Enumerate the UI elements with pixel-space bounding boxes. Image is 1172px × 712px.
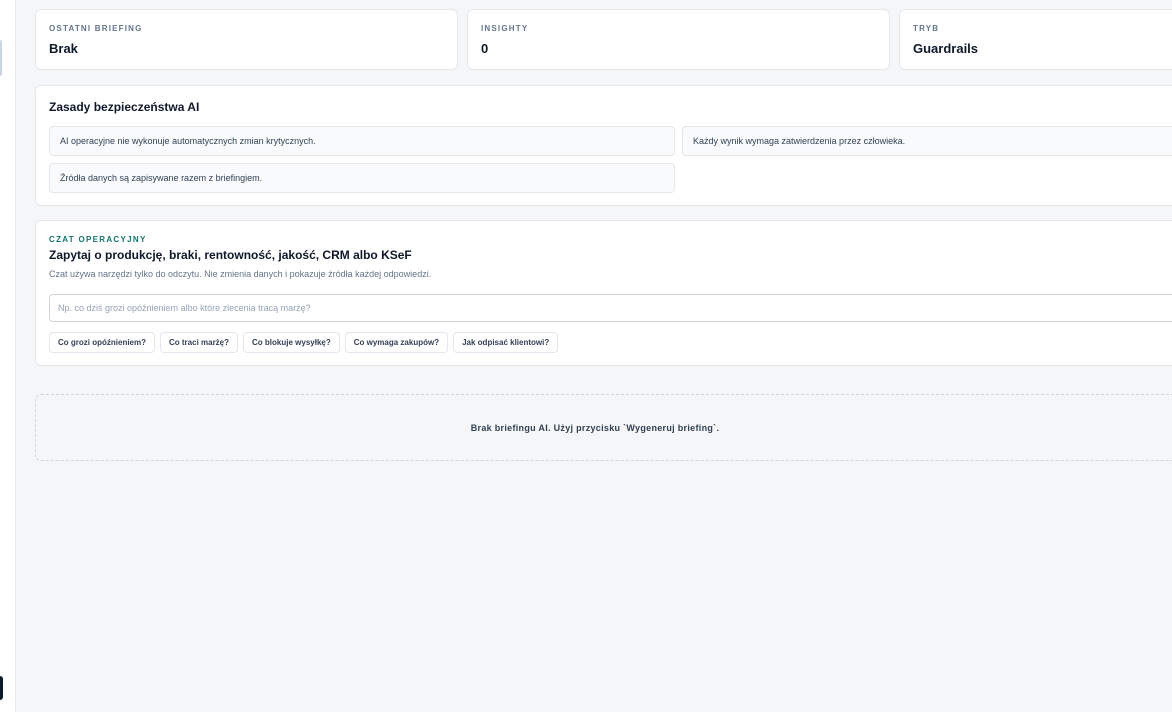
chat-description: Czat używa narzędzi tylko do odczytu. Ni…	[49, 269, 432, 279]
chat-eyebrow: CZAT OPERACYJNY	[49, 235, 147, 244]
rule-item: Źródła danych są zapisywane razem z brie…	[49, 163, 675, 193]
stat-label: TRYB	[913, 24, 940, 33]
sidebar-active-indicator[interactable]	[0, 40, 2, 76]
rules-title: Zasady bezpieczeństwa AI	[49, 100, 200, 114]
rule-item: Każdy wynik wymaga zatwierdzenia przez c…	[682, 126, 1172, 156]
stat-value: Brak	[49, 41, 78, 56]
stat-label: INSIGHTY	[481, 24, 529, 33]
suggestion-chip-margin[interactable]: Co traci marżę?	[160, 332, 239, 353]
ai-safety-rules-panel: Zasady bezpieczeństwa AI AI operacyjne n…	[35, 85, 1172, 206]
sidebar	[0, 0, 16, 712]
suggestion-chip-purchasing[interactable]: Co wymaga zakupów?	[344, 332, 449, 353]
stat-card-last-briefing: OSTATNI BRIEFING Brak	[35, 9, 458, 70]
rule-item: AI operacyjne nie wykonuje automatycznyc…	[49, 126, 675, 156]
stat-card-mode: TRYB Guardrails	[899, 9, 1172, 70]
suggestion-chips: Co grozi opóźnieniem? Co traci marżę? Co…	[49, 332, 559, 353]
operational-chat-panel: CZAT OPERACYJNY Zapytaj o produkcję, bra…	[35, 220, 1172, 366]
empty-state-message: Brak briefingu AI. Użyj przycisku `Wygen…	[470, 422, 720, 433]
empty-briefing-state: Brak briefingu AI. Użyj przycisku `Wygen…	[35, 394, 1172, 461]
chat-input[interactable]	[49, 294, 1172, 322]
stat-label: OSTATNI BRIEFING	[49, 24, 143, 33]
suggestion-chip-reply-client[interactable]: Jak odpisać klientowi?	[453, 332, 559, 353]
stat-value: 0	[481, 41, 489, 56]
suggestion-chip-delay[interactable]: Co grozi opóźnieniem?	[49, 332, 155, 353]
sidebar-bottom-handle[interactable]	[0, 676, 3, 700]
stat-card-insights: INSIGHTY 0	[467, 9, 890, 70]
chat-title: Zapytaj o produkcję, braki, rentowność, …	[49, 248, 412, 262]
suggestion-chip-shipping[interactable]: Co blokuje wysyłkę?	[243, 332, 340, 353]
stat-value: Guardrails	[913, 41, 979, 56]
